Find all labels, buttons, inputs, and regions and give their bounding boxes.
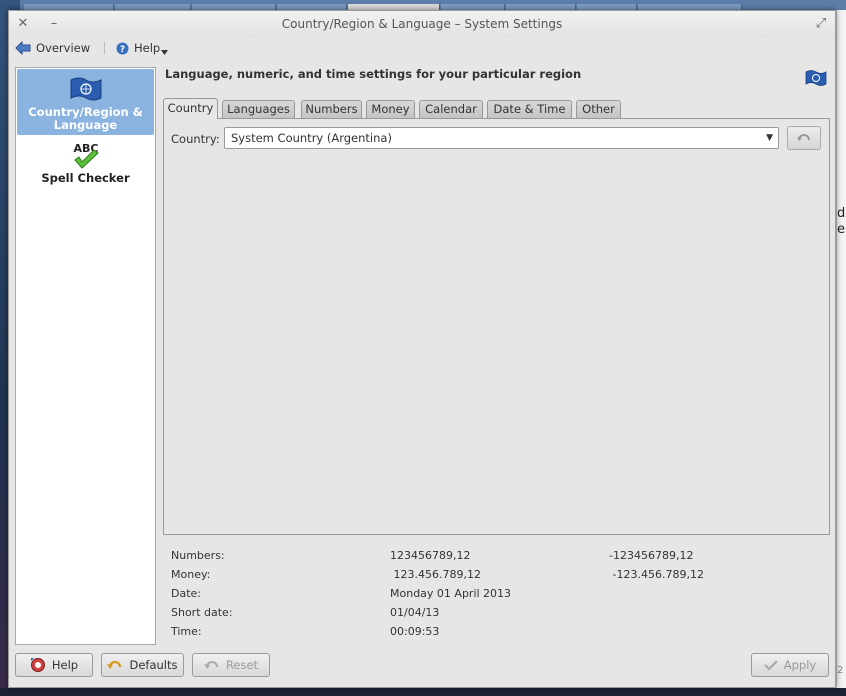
defaults-button[interactable]: Defaults bbox=[101, 653, 184, 677]
taskbar-edge bbox=[0, 688, 846, 696]
page-heading: Language, numeric, and time settings for… bbox=[165, 67, 582, 81]
preview-label: Numbers: bbox=[171, 549, 225, 562]
un-flag-icon bbox=[70, 77, 101, 101]
defaults-button-label: Defaults bbox=[129, 658, 178, 672]
preview-row-money: Money: 123.456.789,12 -123.456.789,12 bbox=[171, 568, 831, 584]
sidebar-item-label: Spell Checker bbox=[41, 171, 130, 185]
country-label: Country: bbox=[171, 132, 220, 146]
back-arrow-icon bbox=[15, 41, 31, 55]
toolbar-separator bbox=[104, 42, 105, 54]
tab-other[interactable]: Other bbox=[576, 100, 621, 118]
help-button-label: Help bbox=[51, 658, 79, 672]
overview-button[interactable]: Overview bbox=[15, 39, 90, 57]
help-icon: ? bbox=[116, 42, 129, 55]
undo-icon bbox=[797, 134, 810, 141]
preview-value: 123456789,12 bbox=[390, 549, 471, 562]
background-edge-text: d bbox=[837, 206, 846, 221]
tab-date-time[interactable]: Date & Time bbox=[487, 100, 572, 118]
reset-country-button[interactable] bbox=[787, 126, 821, 150]
preview-row-time: Time: 00:09:53 bbox=[171, 625, 831, 641]
sidebar-item-spell-checker[interactable]: ABC Spell Checker bbox=[17, 140, 154, 190]
overview-label: Overview bbox=[36, 41, 91, 55]
apply-button-label: Apply bbox=[783, 658, 817, 672]
apply-button[interactable]: Apply bbox=[751, 653, 829, 677]
dropdown-arrow-icon bbox=[161, 49, 169, 55]
reset-button[interactable]: Reset bbox=[192, 653, 270, 677]
toolbar: Overview ? Help bbox=[9, 37, 835, 59]
tab-languages[interactable]: Languages bbox=[222, 100, 295, 118]
help-label: Help bbox=[134, 41, 161, 55]
svg-text:?: ? bbox=[120, 45, 125, 55]
preview-row-date: Date: Monday 01 April 2013 bbox=[171, 587, 831, 603]
background-edge-text: 2 bbox=[837, 665, 844, 676]
chevron-down-icon: ▼ bbox=[766, 133, 773, 143]
reset-icon bbox=[203, 661, 218, 669]
help-lifebuoy-icon bbox=[30, 658, 45, 672]
help-button[interactable]: Help bbox=[15, 653, 93, 677]
reset-button-label: Reset bbox=[225, 658, 259, 672]
defaults-icon bbox=[107, 660, 122, 669]
background-edge-text: er bbox=[837, 222, 846, 237]
preview-value-negative: -123.456.789,12 bbox=[609, 568, 704, 581]
window-title: Country/Region & Language – System Setti… bbox=[281, 17, 563, 31]
background-window-tabstrip bbox=[20, 0, 846, 10]
preview-label: Date: bbox=[171, 587, 201, 600]
tab-numbers[interactable]: Numbers bbox=[301, 100, 362, 118]
country-select-value: System Country (Argentina) bbox=[231, 131, 392, 145]
tab-calendar[interactable]: Calendar bbox=[419, 100, 483, 118]
preview-label: Time: bbox=[171, 625, 202, 638]
preview-row-numbers: Numbers: 123456789,12 -123456789,12 bbox=[171, 549, 831, 565]
preview-value: 01/04/13 bbox=[390, 606, 440, 619]
preview-label: Money: bbox=[171, 568, 211, 581]
preview-value-negative: -123456789,12 bbox=[609, 549, 694, 562]
tab-money[interactable]: Money bbox=[366, 100, 415, 118]
sidebar: Country/Region & Language ABC Spell Chec… bbox=[15, 67, 156, 645]
background-window-edge: d er 2 bbox=[836, 10, 846, 690]
un-flag-icon bbox=[805, 70, 827, 86]
sidebar-item-label: Country/Region & Language bbox=[28, 105, 143, 132]
country-select[interactable]: System Country (Argentina) ▼ bbox=[224, 127, 779, 149]
preview-label: Short date: bbox=[171, 606, 233, 619]
system-settings-window: ✕ – Country/Region & Language – System S… bbox=[8, 10, 836, 688]
sidebar-item-country-region-language[interactable]: Country/Region & Language bbox=[17, 69, 154, 135]
preview-value: 123.456.789,12 bbox=[390, 568, 481, 581]
help-menu-button[interactable]: ? Help bbox=[116, 39, 169, 57]
checkmark-icon bbox=[763, 660, 778, 671]
abc-check-icon: ABC bbox=[73, 142, 99, 169]
country-tab-panel: Country: System Country (Argentina) ▼ bbox=[163, 118, 830, 535]
tab-country[interactable]: Country bbox=[163, 98, 218, 119]
preview-value: 00:09:53 bbox=[390, 625, 440, 638]
preview-value: Monday 01 April 2013 bbox=[390, 587, 512, 600]
title-bar[interactable]: ✕ – Country/Region & Language – System S… bbox=[9, 11, 835, 37]
preview-row-short-date: Short date: 01/04/13 bbox=[171, 606, 831, 622]
maximize-window-button[interactable]: ⤢ bbox=[813, 16, 829, 31]
